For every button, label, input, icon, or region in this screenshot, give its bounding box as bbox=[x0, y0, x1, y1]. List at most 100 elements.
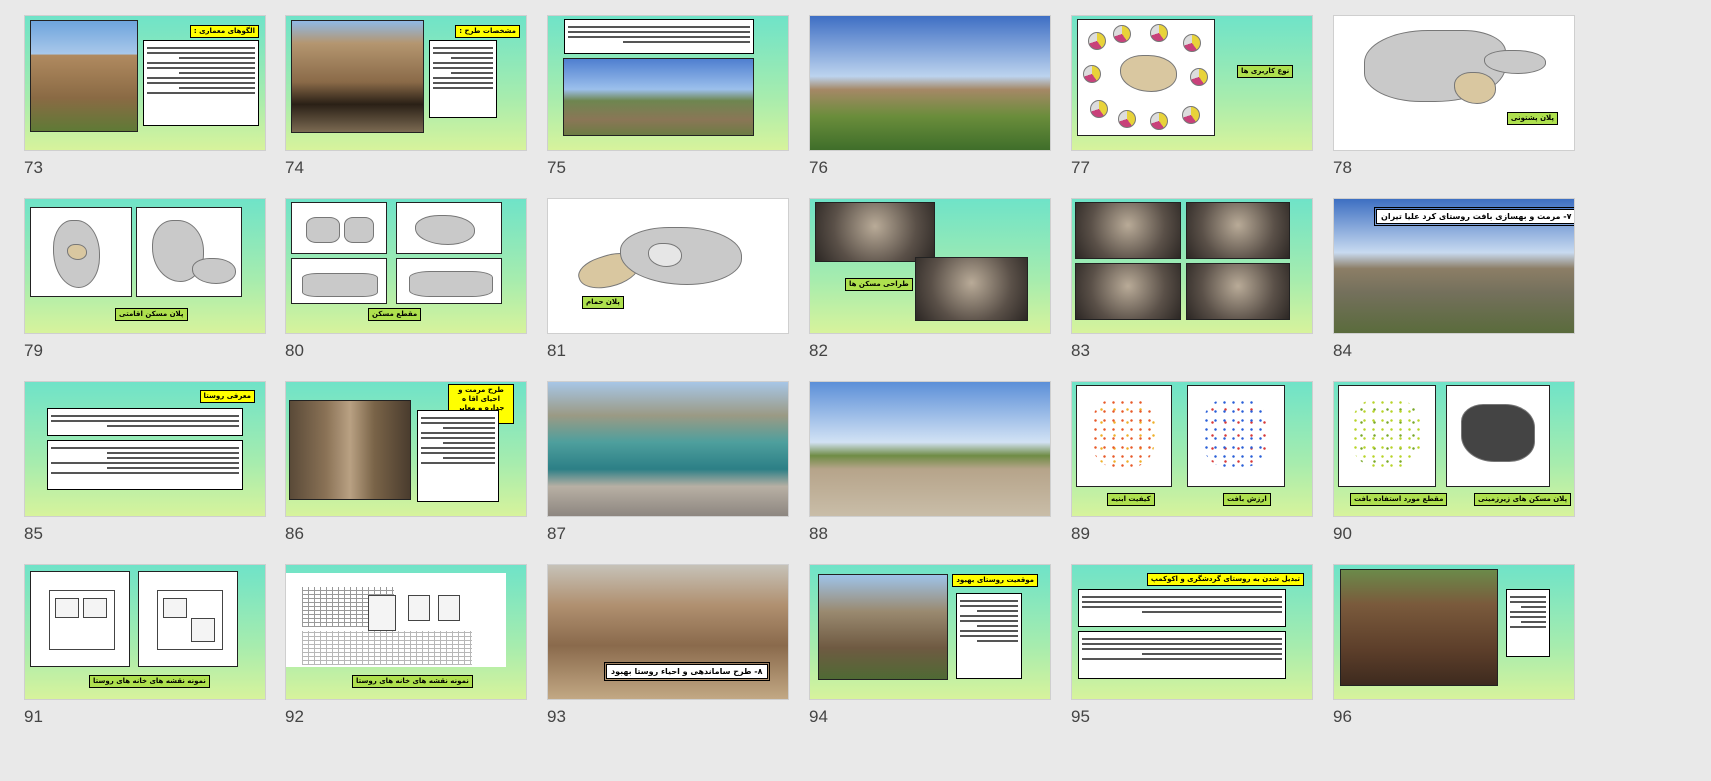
slide-thumbnail[interactable] bbox=[1333, 564, 1575, 700]
slide-text-box bbox=[143, 40, 259, 126]
slide-title: الگوهای معماری : bbox=[189, 25, 259, 38]
slide-thumbnail[interactable]: پلان پشتونی bbox=[1333, 15, 1575, 151]
slide-thumbnail[interactable]: طرح مرمت و احیای اقا ه جداره و معابر روس… bbox=[285, 381, 527, 517]
slide-thumbnail[interactable]: مشخصات طرح : bbox=[285, 15, 527, 151]
slide-thumbnail[interactable]: طراحی مسکن ها bbox=[809, 198, 1051, 334]
slide-map bbox=[1338, 385, 1436, 487]
slide-diagram bbox=[396, 202, 502, 254]
slide-photo bbox=[1340, 569, 1498, 686]
slide-thumbnail[interactable]: موقعیت روستای بهبود bbox=[809, 564, 1051, 700]
slide-number: 95 bbox=[1071, 707, 1090, 726]
slide-map bbox=[1446, 385, 1550, 487]
slide-text-box bbox=[47, 408, 243, 436]
slide-text-box bbox=[1078, 631, 1286, 679]
slide-title: طراحی مسکن ها bbox=[845, 278, 913, 291]
slide-number: 85 bbox=[24, 524, 43, 543]
slide-title-2: ارزش بافت bbox=[1223, 493, 1271, 506]
slide-title: نمونه نقشه های خانه های روستا bbox=[89, 675, 210, 688]
slide-photo bbox=[818, 574, 948, 680]
slide-number: 83 bbox=[1071, 341, 1090, 360]
slide-diagram bbox=[136, 207, 242, 297]
slide-photo bbox=[563, 58, 754, 136]
slide-thumbnail[interactable] bbox=[809, 15, 1051, 151]
slide-title: مقطع مورد استفاده بافت bbox=[1350, 493, 1448, 506]
slide-thumbnail[interactable] bbox=[809, 381, 1051, 517]
slide-thumbnail[interactable]: ۷- مرمت و بهسازی بافت روستای کرد علیا تی… bbox=[1333, 198, 1575, 334]
slide-thumbnail[interactable]: مقطع مسکن bbox=[285, 198, 527, 334]
slide-number: 82 bbox=[809, 341, 828, 360]
slide-title: پلان پشتونی bbox=[1506, 112, 1558, 125]
slide-photo bbox=[291, 20, 424, 133]
slide-thumbnail[interactable]: نمونه نقشه های خانه های روستا bbox=[24, 564, 266, 700]
slide-thumbnail[interactable] bbox=[1071, 198, 1313, 334]
slide-number: 88 bbox=[809, 524, 828, 543]
slide-title: ۸- طرح ساماندهی و احیاء روستا بهبود bbox=[604, 662, 770, 681]
slide-thumbnail[interactable]: ۸- طرح ساماندهی و احیاء روستا بهبود bbox=[547, 564, 789, 700]
slide-thumbnail[interactable] bbox=[547, 381, 789, 517]
slide-diagram bbox=[1077, 19, 1215, 136]
slide-text-box bbox=[1078, 589, 1286, 627]
slide-number: 87 bbox=[547, 524, 566, 543]
slide-thumbnail[interactable]: معرفی روستا bbox=[24, 381, 266, 517]
slide-thumbnail[interactable] bbox=[547, 15, 789, 151]
slide-text-box bbox=[417, 410, 499, 502]
slide-text-box bbox=[429, 40, 497, 118]
slide-number: 90 bbox=[1333, 524, 1352, 543]
slide-number: 78 bbox=[1333, 158, 1352, 177]
slide-title: پلان مسکن اقامتی bbox=[115, 308, 188, 321]
slide-map bbox=[1187, 385, 1285, 487]
slide-map bbox=[1076, 385, 1172, 487]
slide-thumbnail[interactable]: نوع کاربری ها bbox=[1071, 15, 1313, 151]
slide-diagram bbox=[291, 202, 387, 254]
slide-text-box bbox=[1506, 589, 1550, 657]
slide-title: مشخصات طرح : bbox=[455, 25, 520, 38]
slide-title: کیفیت ابنیه bbox=[1107, 493, 1155, 506]
slide-diagram bbox=[30, 207, 132, 297]
slide-thumbnail[interactable]: مقطع مورد استفاده بافت پلان مسکن های زیر… bbox=[1333, 381, 1575, 517]
slide-number: 96 bbox=[1333, 707, 1352, 726]
slide-title: ۷- مرمت و بهسازی بافت روستای کرد علیا تی… bbox=[1374, 207, 1574, 226]
slide-title: موقعیت روستای بهبود bbox=[952, 574, 1038, 587]
slide-diagram bbox=[396, 258, 502, 304]
slide-photo bbox=[915, 257, 1028, 321]
slide-number: 81 bbox=[547, 341, 566, 360]
slide-thumbnail[interactable]: کیفیت ابنیه ارزش بافت bbox=[1071, 381, 1313, 517]
slide-floor-plan bbox=[138, 571, 238, 667]
slide-number: 73 bbox=[24, 158, 43, 177]
slide-photo bbox=[1075, 263, 1181, 320]
slide-title-2: پلان مسکن های زیرزمینی bbox=[1474, 493, 1572, 506]
slide-thumbnail[interactable]: پلان مسکن اقامتی bbox=[24, 198, 266, 334]
slide-number: 75 bbox=[547, 158, 566, 177]
slide-diagram bbox=[291, 258, 387, 304]
slide-number: 76 bbox=[809, 158, 828, 177]
slide-thumbnail[interactable]: نمونه نقشه های خانه های روستا bbox=[285, 564, 527, 700]
slide-thumbnail[interactable]: الگوهای معماری : bbox=[24, 15, 266, 151]
slide-photo bbox=[1186, 202, 1290, 259]
slide-title: تبدیل شدن به روستای گردشگری و اکوکمپ bbox=[1146, 573, 1304, 586]
slide-title: نوع کاربری ها bbox=[1237, 65, 1294, 78]
slide-facade-drawing bbox=[286, 573, 506, 667]
slide-number: 91 bbox=[24, 707, 43, 726]
slide-photo bbox=[1186, 263, 1290, 320]
slide-number: 77 bbox=[1071, 158, 1090, 177]
slide-photo bbox=[1075, 202, 1181, 259]
slide-number: 84 bbox=[1333, 341, 1352, 360]
slide-number: 80 bbox=[285, 341, 304, 360]
slide-sorter-grid: الگوهای معماری : 73 مشخصات طرح : 74 75 7… bbox=[0, 0, 1711, 781]
slide-photo bbox=[815, 202, 935, 262]
slide-number: 92 bbox=[285, 707, 304, 726]
slide-thumbnail[interactable]: پلان حمام bbox=[547, 198, 789, 334]
slide-number: 86 bbox=[285, 524, 304, 543]
slide-number: 93 bbox=[547, 707, 566, 726]
slide-floor-plan bbox=[30, 571, 130, 667]
slide-text-box bbox=[956, 593, 1022, 679]
slide-title: معرفی روستا bbox=[199, 390, 255, 403]
slide-number: 74 bbox=[285, 158, 304, 177]
slide-number: 89 bbox=[1071, 524, 1090, 543]
slide-title: مقطع مسکن bbox=[368, 308, 422, 321]
slide-title: نمونه نقشه های خانه های روستا bbox=[352, 675, 473, 688]
slide-text-box bbox=[564, 19, 754, 54]
slide-title: پلان حمام bbox=[582, 296, 624, 309]
slide-thumbnail[interactable]: تبدیل شدن به روستای گردشگری و اکوکمپ bbox=[1071, 564, 1313, 700]
slide-number: 79 bbox=[24, 341, 43, 360]
